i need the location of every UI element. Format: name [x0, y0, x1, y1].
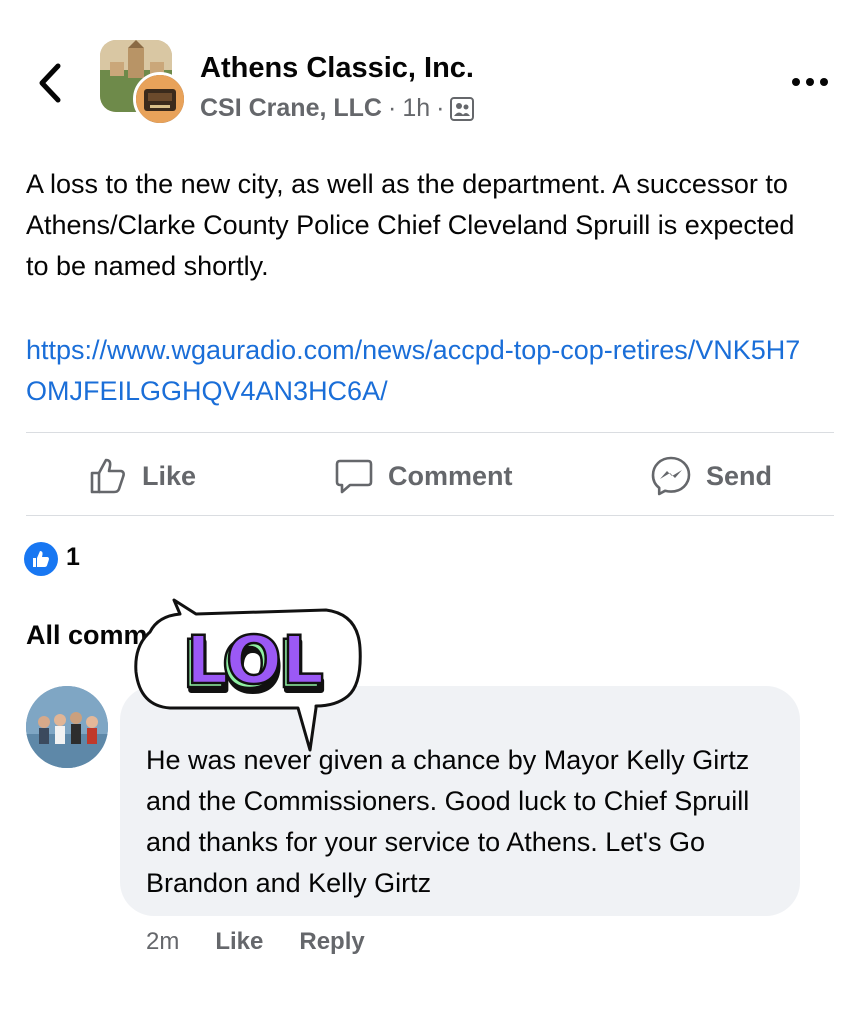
comment-label: Comment: [388, 460, 513, 491]
like-label: Like: [142, 460, 197, 491]
divider: [26, 515, 834, 516]
send-label: Send: [706, 460, 773, 491]
chevron-left-icon: [39, 63, 61, 103]
like-button[interactable]: Like: [88, 448, 196, 504]
thumbs-up-icon[interactable]: [24, 542, 58, 576]
send-button[interactable]: Send: [650, 448, 772, 504]
thumbs-up-outline-icon: [90, 458, 125, 494]
group-members-icon: [450, 96, 475, 121]
back-button[interactable]: [30, 58, 70, 108]
post-text: A loss to the new city, as well as the d…: [26, 169, 795, 281]
meta-separator: ·: [387, 94, 397, 122]
comment-meta: 2m Like Reply: [146, 928, 365, 956]
page-name[interactable]: CSI Crane, LLC: [200, 94, 382, 123]
messenger-icon: [651, 456, 691, 496]
post-link[interactable]: https://www.wgauradio.com/news/accpd-top…: [26, 330, 816, 412]
post-time[interactable]: 1h: [402, 94, 430, 123]
reaction-count[interactable]: 1: [66, 543, 80, 572]
divider: [26, 432, 834, 433]
meta-separator: ·: [436, 94, 445, 122]
sticker-text: LOL: [186, 622, 324, 699]
group-name[interactable]: Athens Classic, Inc.: [200, 52, 474, 85]
more-options-button[interactable]: [788, 70, 832, 94]
comment-icon: [335, 459, 373, 494]
lol-sticker: LOL LOL LOL: [130, 592, 366, 772]
comment-time: 2m: [146, 928, 180, 955]
page-avatar[interactable]: [133, 72, 187, 126]
post-meta: CSI Crane, LLC · 1h ·: [200, 94, 475, 123]
comment-button[interactable]: Comment: [334, 448, 513, 504]
comment-reply-button[interactable]: Reply: [299, 928, 364, 956]
avatar[interactable]: [26, 686, 108, 768]
more-dots-icon: [792, 78, 828, 86]
comment-like-button[interactable]: Like: [215, 928, 263, 956]
